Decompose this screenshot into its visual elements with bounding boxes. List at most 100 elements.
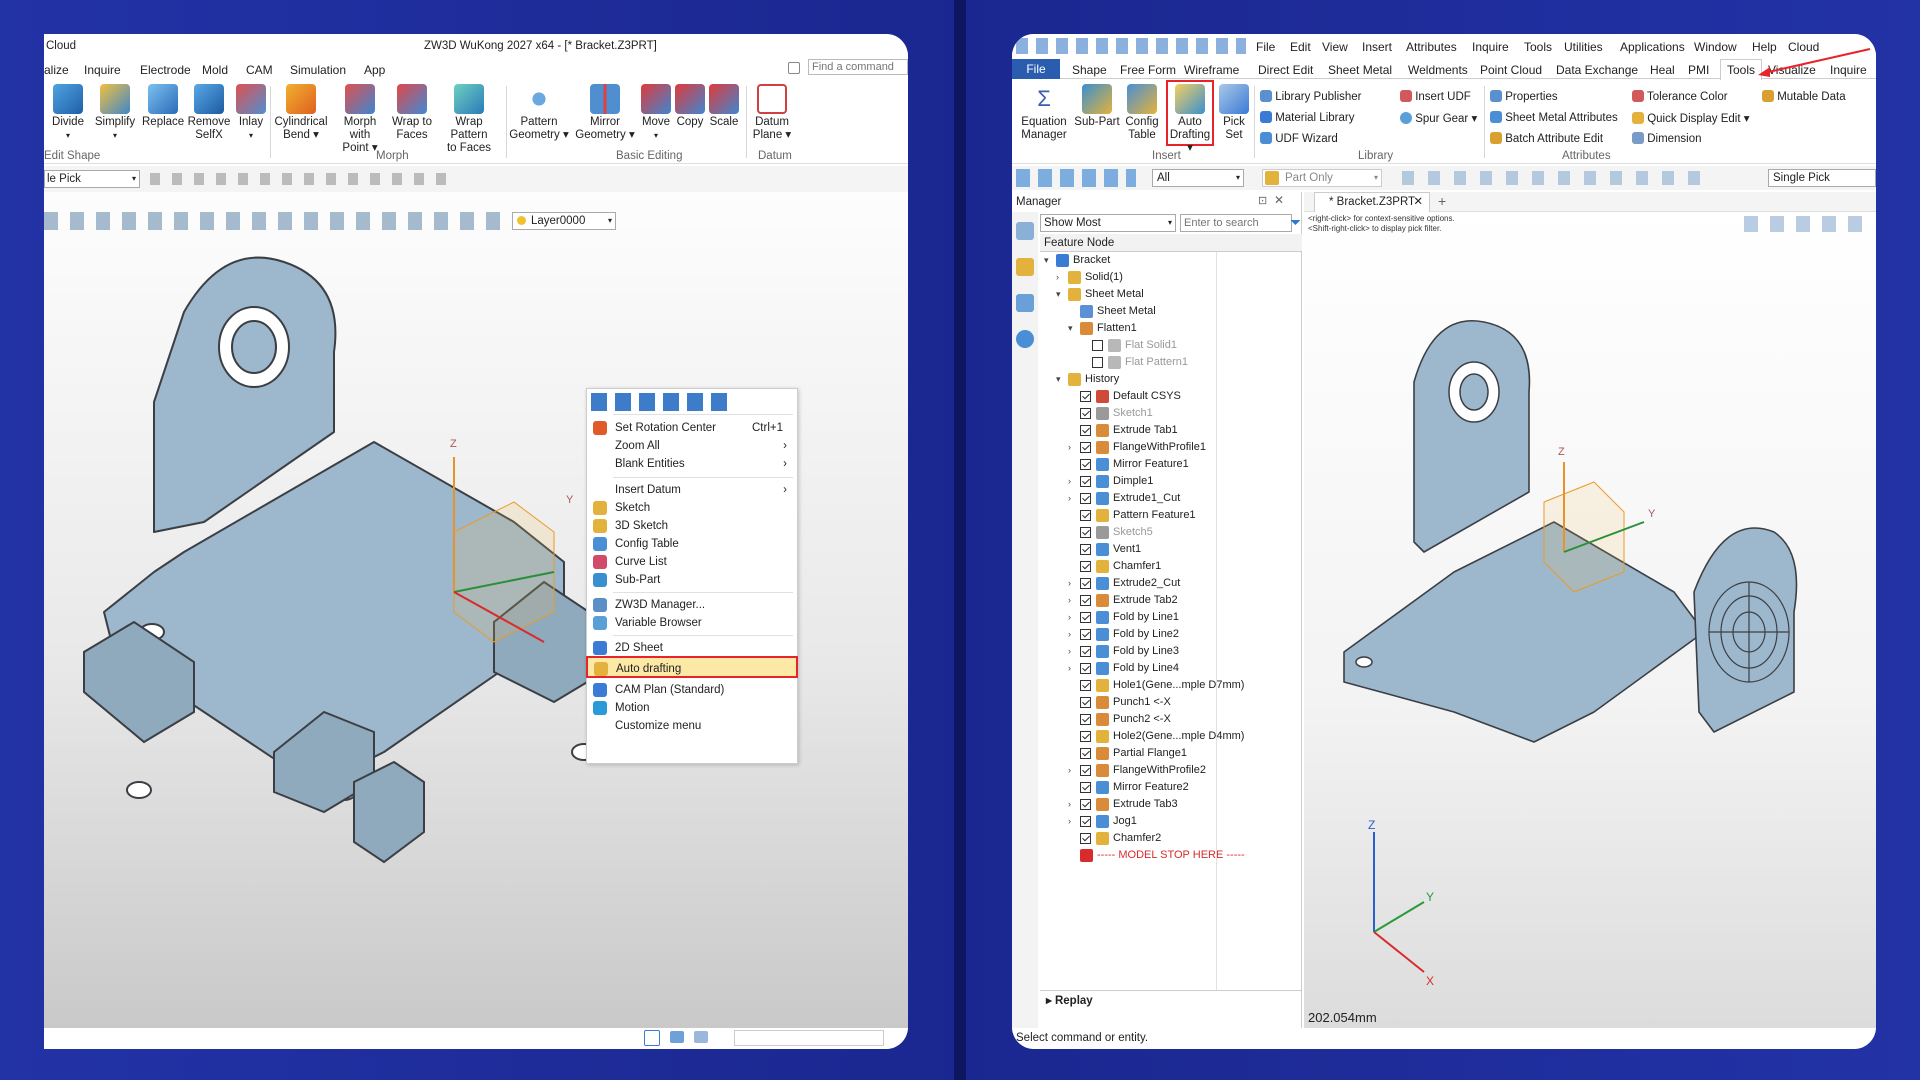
spur-gear-button[interactable]: Spur Gear ▾: [1400, 111, 1477, 125]
menu-file[interactable]: File: [1256, 40, 1275, 54]
sheet-metal-attributes-button[interactable]: Sheet Metal Attributes: [1490, 111, 1618, 124]
status-icon-2[interactable]: [670, 1031, 684, 1043]
menu-inquire[interactable]: Inquire: [1472, 40, 1509, 54]
single-pick-select[interactable]: Single Pick: [1768, 169, 1876, 187]
tab-app[interactable]: App: [364, 63, 385, 77]
visibility-checkbox[interactable]: [1080, 748, 1091, 759]
visibility-checkbox[interactable]: [1080, 578, 1091, 589]
menu-applications[interactable]: Applications: [1620, 40, 1685, 54]
tree-node[interactable]: Extrude Tab1: [1040, 422, 1302, 439]
tree-node[interactable]: Sketch1: [1040, 405, 1302, 422]
visibility-checkbox[interactable]: [1080, 544, 1091, 555]
tree-node[interactable]: › FlangeWithProfile1: [1040, 439, 1302, 456]
wrap-to-faces-button[interactable]: Wrap to Faces: [390, 84, 434, 142]
visibility-checkbox[interactable]: [1080, 731, 1091, 742]
library-publisher-button[interactable]: Library Publisher: [1260, 90, 1362, 103]
tab-heal[interactable]: Heal: [1650, 63, 1675, 77]
tab-mold[interactable]: Mold: [202, 63, 228, 77]
sub-part-button[interactable]: Sub-Part: [1074, 84, 1120, 129]
expand-toggle-icon[interactable]: ›: [1068, 796, 1071, 813]
insert-udf-button[interactable]: Insert UDF: [1400, 90, 1471, 103]
tree-node[interactable]: Pattern Feature1: [1040, 507, 1302, 524]
tree-node[interactable]: › Fold by Line2: [1040, 626, 1302, 643]
close-tab-icon[interactable]: ✕: [1413, 193, 1423, 212]
visibility-checkbox[interactable]: [1080, 561, 1091, 572]
tab-visualize[interactable]: alize: [44, 63, 69, 77]
visibility-checkbox[interactable]: [1080, 408, 1091, 419]
visibility-checkbox[interactable]: [1080, 612, 1091, 623]
quick-display-edit-button[interactable]: Quick Display Edit ▾: [1632, 111, 1749, 125]
tab-weldments[interactable]: Weldments: [1408, 63, 1468, 77]
tab-file[interactable]: File: [1012, 59, 1060, 79]
tree-node[interactable]: Flat Pattern1: [1040, 354, 1302, 371]
tree-node[interactable]: Hole2(Gene...mple D4mm): [1040, 728, 1302, 745]
replay-bar[interactable]: ▸ Replay: [1040, 990, 1302, 1010]
tab-data-exchange[interactable]: Data Exchange: [1556, 63, 1638, 77]
tree-node[interactable]: › Extrude1_Cut: [1040, 490, 1302, 507]
mutable-data-button[interactable]: Mutable Data: [1762, 90, 1846, 103]
expand-toggle-icon[interactable]: ›: [1068, 473, 1071, 490]
expand-toggle-icon[interactable]: ›: [1068, 762, 1071, 779]
pick-filter-select[interactable]: le Pick ▾: [44, 170, 140, 188]
expand-toggle-icon[interactable]: ›: [1068, 490, 1071, 507]
menu-view[interactable]: View: [1322, 40, 1348, 54]
material-library-button[interactable]: Material Library: [1260, 111, 1354, 124]
menu-attributes[interactable]: Attributes: [1406, 40, 1457, 54]
visibility-checkbox[interactable]: [1080, 425, 1091, 436]
visibility-checkbox[interactable]: [1080, 816, 1091, 827]
tab-pmi[interactable]: PMI: [1688, 63, 1709, 77]
cylindrical-bend-button[interactable]: Cylindrical Bend ▾: [272, 84, 330, 142]
tree-node[interactable]: Mirror Feature2: [1040, 779, 1302, 796]
tree-node[interactable]: Default CSYS: [1040, 388, 1302, 405]
status-icon-3[interactable]: [694, 1031, 708, 1043]
tab-direct-edit[interactable]: Direct Edit: [1258, 63, 1313, 77]
copy-button[interactable]: Copy: [674, 84, 706, 129]
tree-node[interactable]: Chamfer2: [1040, 830, 1302, 847]
blank-entities-item[interactable]: Blank Entities ›: [587, 453, 797, 475]
document-tab[interactable]: * Bracket.Z3PRT ✕: [1314, 192, 1430, 212]
tree-node[interactable]: Mirror Feature1: [1040, 456, 1302, 473]
visibility-checkbox[interactable]: [1080, 527, 1091, 538]
status-field[interactable]: [734, 1030, 884, 1046]
tree-node[interactable]: › Fold by Line4: [1040, 660, 1302, 677]
auto-drafting-button[interactable]: Auto Drafting ▾: [1166, 80, 1214, 154]
new-tab-icon[interactable]: +: [1438, 193, 1446, 209]
visibility-checkbox[interactable]: [1080, 697, 1091, 708]
pattern-geometry-button[interactable]: Pattern Geometry ▾: [508, 84, 570, 142]
expand-toggle-icon[interactable]: ›: [1068, 439, 1071, 456]
morph-with-point-button[interactable]: Morph with Point ▾: [332, 84, 388, 155]
visibility-checkbox[interactable]: [1080, 680, 1091, 691]
inlay-button[interactable]: Inlay ▾: [234, 84, 268, 142]
user-tab-icon[interactable]: [1016, 330, 1034, 348]
part-only-select[interactable]: Part Only ▾: [1262, 169, 1382, 187]
pin-icon[interactable]: ⊡: [1258, 194, 1267, 207]
tree-node[interactable]: Flat Solid1: [1040, 337, 1302, 354]
tree-node[interactable]: ▾ History: [1040, 371, 1302, 388]
tab-simulation[interactable]: Simulation: [290, 63, 346, 77]
context-toolbar[interactable]: [591, 393, 731, 411]
bracket-model-right[interactable]: [1304, 212, 1876, 1028]
batch-attribute-edit-button[interactable]: Batch Attribute Edit: [1490, 132, 1603, 145]
visibility-checkbox[interactable]: [1080, 442, 1091, 453]
expand-toggle-icon[interactable]: ▾: [1044, 252, 1049, 269]
visibility-checkbox[interactable]: [1080, 765, 1091, 776]
visibility-checkbox[interactable]: [1092, 340, 1103, 351]
visibility-checkbox[interactable]: [1080, 629, 1091, 640]
expand-toggle-icon[interactable]: ›: [1068, 643, 1071, 660]
expand-toggle-icon[interactable]: ›: [1068, 575, 1071, 592]
divide-button[interactable]: Divide ▾: [46, 84, 90, 142]
tree-node[interactable]: › Jog1: [1040, 813, 1302, 830]
visibility-checkbox[interactable]: [1080, 833, 1091, 844]
menu-utilities[interactable]: Utilities: [1564, 40, 1603, 54]
visibility-checkbox[interactable]: [1080, 493, 1091, 504]
mirror-geometry-button[interactable]: Mirror Geometry ▾: [574, 84, 636, 142]
expand-toggle-icon[interactable]: ›: [1068, 609, 1071, 626]
tree-node[interactable]: Sketch5: [1040, 524, 1302, 541]
find-command-input[interactable]: [808, 59, 908, 75]
remove-selfx-button[interactable]: Remove SelfX: [186, 84, 232, 142]
visibility-checkbox[interactable]: [1080, 782, 1091, 793]
visibility-checkbox[interactable]: [1080, 799, 1091, 810]
tree-node[interactable]: ▾ Bracket: [1040, 252, 1302, 269]
viewport-right[interactable]: <right-click> for context-sensitive opti…: [1304, 212, 1876, 1028]
view-tab-icon[interactable]: [1016, 294, 1034, 312]
